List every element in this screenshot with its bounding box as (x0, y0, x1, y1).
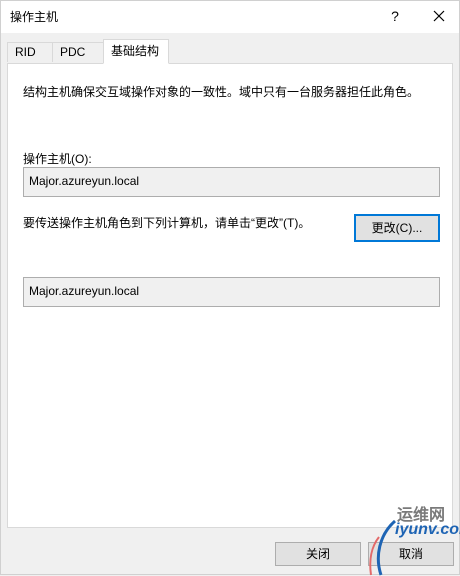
close-icon (433, 10, 445, 22)
current-owner-field[interactable]: Major.azureyun.local (23, 167, 440, 197)
help-button[interactable]: ? (373, 1, 417, 31)
close-window-button[interactable] (417, 1, 460, 31)
close-button[interactable]: 关闭 (275, 542, 361, 566)
window-title: 操作主机 (10, 10, 59, 24)
transfer-instruction: 要传送操作主机角色到下列计算机，请单击“更改”(T)。 (23, 216, 311, 230)
role-description: 结构主机确保交互域操作对象的一致性。域中只有一台服务器担任此角色。 (23, 85, 420, 99)
tab-infrastructure[interactable]: 基础结构 (103, 39, 169, 64)
tab-pdc[interactable]: PDC (52, 42, 104, 62)
title-bar: 操作主机 ? (1, 1, 459, 33)
cancel-button[interactable]: 取消 (368, 542, 454, 566)
tab-rid[interactable]: RID (7, 42, 53, 62)
owner-label: 操作主机(O): (23, 152, 92, 166)
tab-panel-infrastructure: 结构主机确保交互域操作对象的一致性。域中只有一台服务器担任此角色。 操作主机(O… (7, 63, 453, 528)
change-button[interactable]: 更改(C)... (354, 214, 440, 242)
help-icon: ? (391, 8, 399, 24)
target-computer-field[interactable]: Major.azureyun.local (23, 277, 440, 307)
dialog-window: 操作主机 ? RID PDC 基础结构 结构主机确保交互域操作对象的一致性。域中… (0, 0, 460, 576)
